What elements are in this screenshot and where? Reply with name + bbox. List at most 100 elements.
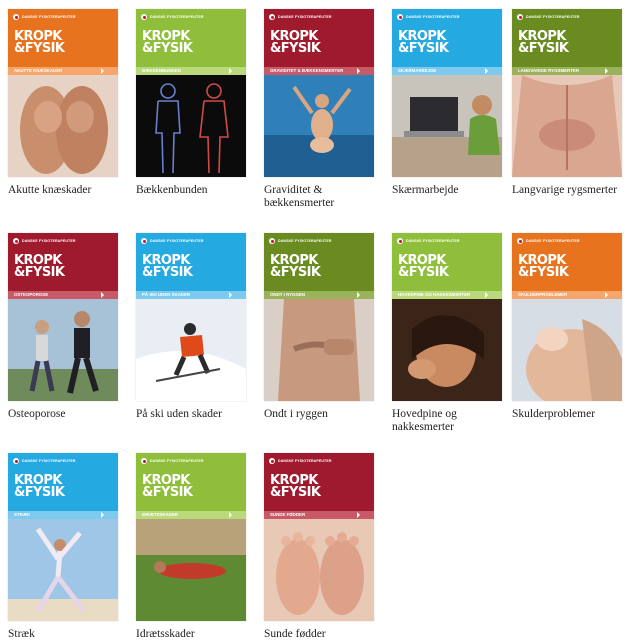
brand-label: DANSKE FYSIOTERAPEUTER — [397, 238, 460, 244]
arrow-right-icon — [357, 68, 360, 74]
brand-label: DANSKE FYSIOTERAPEUTER — [269, 458, 332, 464]
cover-title-strip: BÆKKENBUNDEN — [136, 67, 246, 75]
cover-title-strip: SKÆRMARBEJDE — [392, 67, 502, 75]
feet-photo — [264, 519, 374, 621]
brochure-title[interactable]: Stræk — [8, 628, 133, 641]
brochure-title[interactable]: Langvarige rygsmerter — [512, 184, 630, 197]
brochure-grid: DANSKE FYSIOTERAPEUTER KROPK &FYSIK AKUTT… — [0, 0, 630, 640]
cover-title-strip: GRAVIDITET & BÆKKENSMERTER — [264, 67, 374, 75]
brand-logo-icon — [397, 238, 403, 244]
brochure-title[interactable]: Osteoporose — [8, 408, 133, 421]
arrow-right-icon — [357, 292, 360, 298]
brochure-card[interactable]: DANSKE FYSIOTERAPEUTER KROPK &FYSIK STRÆK… — [8, 453, 118, 641]
back-pain-photo — [264, 299, 374, 401]
kropp-fysik-logo: KROPK &FYSIK — [398, 253, 449, 280]
cover-title-strip: PÅ SKI UDEN SKADER — [136, 291, 246, 299]
brochure-card[interactable]: DANSKE FYSIOTERAPEUTER KROPK &FYSIK SUNDE… — [264, 453, 374, 641]
brochure-card[interactable]: DANSKE FYSIOTERAPEUTER KROPK &FYSIK ONDT … — [264, 233, 374, 421]
brochure-title[interactable]: Skulderproblemer — [512, 408, 630, 421]
arrow-right-icon — [229, 292, 232, 298]
brochure-cover[interactable]: DANSKE FYSIOTERAPEUTER KROPK &FYSIK STRÆK — [8, 453, 118, 621]
brochure-card[interactable]: DANSKE FYSIOTERAPEUTER KROPK &FYSIK PÅ SK… — [136, 233, 246, 421]
kropp-fysik-logo: KROPK &FYSIK — [398, 29, 449, 56]
brochure-card[interactable]: DANSKE FYSIOTERAPEUTER KROPK &FYSIK GRAVI… — [264, 9, 374, 210]
brand-label: DANSKE FYSIOTERAPEUTER — [141, 238, 204, 244]
brand-logo-icon — [13, 14, 19, 20]
brochure-title[interactable]: Skærmarbejde — [392, 184, 517, 197]
stretching-photo — [8, 519, 118, 621]
brand-label: DANSKE FYSIOTERAPEUTER — [269, 14, 332, 20]
cover-title-strip: AKUTTE KNÆSKADER — [8, 67, 118, 75]
brochure-card[interactable]: DANSKE FYSIOTERAPEUTER KROPK &FYSIK BÆKKE… — [136, 9, 246, 197]
brochure-cover[interactable]: DANSKE FYSIOTERAPEUTER KROPK &FYSIK SKULD… — [512, 233, 622, 401]
arrow-right-icon — [101, 68, 104, 74]
brochure-card[interactable]: DANSKE FYSIOTERAPEUTER KROPK &FYSIK SKULD… — [512, 233, 622, 421]
cover-header: DANSKE FYSIOTERAPEUTER KROPK &FYSIK ONDT … — [264, 233, 374, 299]
kropp-fysik-logo: KROPK &FYSIK — [14, 253, 65, 280]
kropp-fysik-logo: KROPK &FYSIK — [142, 253, 193, 280]
cover-header: DANSKE FYSIOTERAPEUTER KROPK &FYSIK STRÆK — [8, 453, 118, 519]
cover-header: DANSKE FYSIOTERAPEUTER KROPK &FYSIK AKUTT… — [8, 9, 118, 75]
brand-logo-icon — [141, 14, 147, 20]
brochure-cover[interactable]: DANSKE FYSIOTERAPEUTER KROPK &FYSIK AKUTT… — [8, 9, 118, 177]
cover-header: DANSKE FYSIOTERAPEUTER KROPK &FYSIK IDRÆT… — [136, 453, 246, 519]
cover-title-strip: LANGVARIGE RYGSMERTER — [512, 67, 622, 75]
brand-label: DANSKE FYSIOTERAPEUTER — [13, 458, 76, 464]
brand-logo-icon — [13, 238, 19, 244]
brand-label: DANSKE FYSIOTERAPEUTER — [141, 458, 204, 464]
brochure-title[interactable]: På ski uden skader — [136, 408, 261, 421]
brochure-cover[interactable]: DANSKE FYSIOTERAPEUTER KROPK &FYSIK LANGV… — [512, 9, 622, 177]
arrow-right-icon — [605, 292, 608, 298]
brochure-cover[interactable]: DANSKE FYSIOTERAPEUTER KROPK &FYSIK PÅ SK… — [136, 233, 246, 401]
skier-photo — [136, 299, 246, 401]
arrow-right-icon — [357, 512, 360, 518]
arrow-right-icon — [485, 292, 488, 298]
brochure-title[interactable]: Bækkenbunden — [136, 184, 261, 197]
brochure-card[interactable]: DANSKE FYSIOTERAPEUTER KROPK &FYSIK AKUTT… — [8, 9, 118, 197]
brochure-cover[interactable]: DANSKE FYSIOTERAPEUTER KROPK &FYSIK ONDT … — [264, 233, 374, 401]
brochure-title[interactable]: Ondt i ryggen — [264, 408, 389, 421]
brand-label: DANSKE FYSIOTERAPEUTER — [397, 14, 460, 20]
brochure-card[interactable]: DANSKE FYSIOTERAPEUTER KROPK &FYSIK IDRÆT… — [136, 453, 246, 641]
cover-header: DANSKE FYSIOTERAPEUTER KROPK &FYSIK SKÆRM… — [392, 9, 502, 75]
brand-logo-icon — [141, 458, 147, 464]
brochure-cover[interactable]: DANSKE FYSIOTERAPEUTER KROPK &FYSIK OSTEO… — [8, 233, 118, 401]
arrow-right-icon — [229, 512, 232, 518]
brochure-cover[interactable]: DANSKE FYSIOTERAPEUTER KROPK &FYSIK GRAVI… — [264, 9, 374, 177]
joggers-photo — [8, 299, 118, 401]
pelvic-figures-photo — [136, 75, 246, 177]
cover-header: DANSKE FYSIOTERAPEUTER KROPK &FYSIK SKULD… — [512, 233, 622, 299]
cover-header: DANSKE FYSIOTERAPEUTER KROPK &FYSIK HOVED… — [392, 233, 502, 299]
cover-title-strip: IDRÆTSSKADER — [136, 511, 246, 519]
brochure-cover[interactable]: DANSKE FYSIOTERAPEUTER KROPK &FYSIK BÆKKE… — [136, 9, 246, 177]
brochure-card[interactable]: DANSKE FYSIOTERAPEUTER KROPK &FYSIK OSTEO… — [8, 233, 118, 421]
kropp-fysik-logo: KROPK &FYSIK — [270, 253, 321, 280]
cover-header: DANSKE FYSIOTERAPEUTER KROPK &FYSIK LANGV… — [512, 9, 622, 75]
brochure-title[interactable]: Graviditet & bækkensmerter — [264, 184, 389, 210]
brochure-card[interactable]: DANSKE FYSIOTERAPEUTER KROPK &FYSIK SKÆRM… — [392, 9, 502, 197]
headache-photo — [392, 299, 502, 401]
kropp-fysik-logo: KROPK &FYSIK — [270, 29, 321, 56]
brochure-title[interactable]: Hovedpine og nakkesmerter — [392, 408, 517, 434]
brochure-cover[interactable]: DANSKE FYSIOTERAPEUTER KROPK &FYSIK HOVED… — [392, 233, 502, 401]
brochure-cover[interactable]: DANSKE FYSIOTERAPEUTER KROPK &FYSIK IDRÆT… — [136, 453, 246, 621]
brochure-title[interactable]: Akutte knæskader — [8, 184, 133, 197]
brand-logo-icon — [141, 238, 147, 244]
kropp-fysik-logo: KROPK &FYSIK — [270, 473, 321, 500]
brochure-cover[interactable]: DANSKE FYSIOTERAPEUTER KROPK &FYSIK SUNDE… — [264, 453, 374, 621]
brand-logo-icon — [269, 14, 275, 20]
brand-label: DANSKE FYSIOTERAPEUTER — [13, 238, 76, 244]
brochure-title[interactable]: Idrætsskader — [136, 628, 261, 641]
brand-logo-icon — [269, 238, 275, 244]
brochure-card[interactable]: DANSKE FYSIOTERAPEUTER KROPK &FYSIK LANGV… — [512, 9, 622, 197]
cover-title-strip: SKULDERPROBLEMER — [512, 291, 622, 299]
laptop-work-photo — [392, 75, 502, 177]
brochure-card[interactable]: DANSKE FYSIOTERAPEUTER KROPK &FYSIK HOVED… — [392, 233, 502, 434]
brand-label: DANSKE FYSIOTERAPEUTER — [141, 14, 204, 20]
cover-title-strip: SUNDE FØDDER — [264, 511, 374, 519]
arrow-right-icon — [101, 512, 104, 518]
kropp-fysik-logo: KROPK &FYSIK — [14, 473, 65, 500]
brochure-title[interactable]: Sunde fødder — [264, 628, 389, 641]
brand-logo-icon — [397, 14, 403, 20]
brochure-cover[interactable]: DANSKE FYSIOTERAPEUTER KROPK &FYSIK SKÆRM… — [392, 9, 502, 177]
